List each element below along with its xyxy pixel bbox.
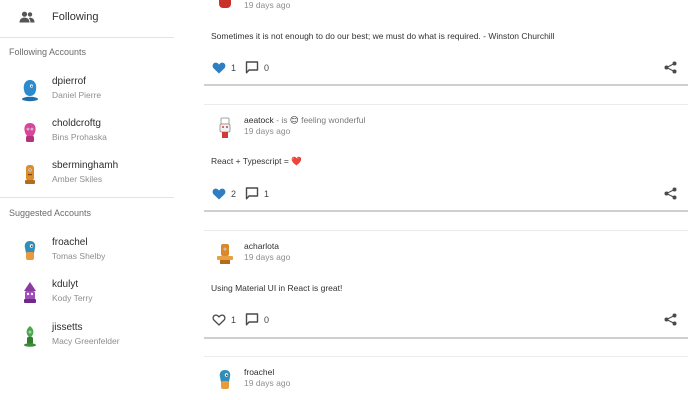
post-time: 19 days ago — [244, 378, 291, 388]
post-card: acharlota 19 days ago Using Material UI … — [204, 230, 688, 340]
status-prefix: - is — [273, 115, 290, 125]
avatar — [19, 239, 41, 263]
username: kdulyt — [52, 279, 79, 290]
smile-emoji-icon: 😊 — [289, 115, 299, 125]
post-author: aeatock - is 😊 feeling wonderful — [244, 115, 365, 126]
post-card: froachel 19 days ago — [204, 356, 688, 400]
post-divider — [204, 210, 688, 212]
following-account-dpierrof[interactable]: dpierrof Daniel Pierre — [0, 72, 174, 108]
comment-icon[interactable] — [245, 313, 259, 326]
sidebar: Following Following Accounts dpierrof Da… — [0, 0, 180, 400]
post-card: aeatock - is 😊 feeling wonderful 19 days… — [204, 104, 688, 213]
comment-icon[interactable] — [245, 61, 259, 74]
post-card: 19 days ago Sometimes it is not enough t… — [204, 0, 688, 86]
post-time: 19 days ago — [244, 126, 291, 136]
full-name: Daniel Pierre — [52, 90, 102, 100]
heart-emoji-icon: ❤️ — [291, 156, 302, 166]
feed: 19 days ago Sometimes it is not enough t… — [204, 0, 688, 400]
username: dpierrof — [52, 76, 86, 87]
post-author[interactable]: acharlota — [244, 241, 279, 251]
avatar — [19, 162, 41, 186]
avatar[interactable] — [214, 242, 236, 266]
post-top-edge — [204, 230, 688, 231]
comment-count: 1 — [264, 189, 270, 199]
following-nav-item[interactable]: Following — [0, 0, 174, 37]
following-accounts-header: Following Accounts — [9, 47, 87, 57]
like-count: 1 — [231, 63, 237, 73]
username: froachel — [52, 237, 88, 248]
comment-icon[interactable] — [245, 187, 259, 200]
full-name: Amber Skiles — [52, 174, 103, 184]
username: jissetts — [52, 322, 83, 333]
post-time: 19 days ago — [244, 252, 291, 262]
comment-count: 0 — [264, 63, 270, 73]
username: sberminghamh — [52, 160, 119, 171]
post-top-edge — [204, 356, 688, 357]
avatar — [214, 0, 236, 14]
post-divider — [204, 337, 688, 339]
post-body: Sometimes it is not enough to do our bes… — [211, 31, 555, 41]
post-body-text: React + Typescript = — [211, 156, 292, 166]
following-label: Following — [52, 11, 99, 23]
full-name: Kody Terry — [52, 293, 93, 303]
avatar[interactable] — [214, 368, 236, 392]
like-outline-icon[interactable] — [212, 314, 226, 326]
post-body: Using Material UI in React is great! — [211, 283, 343, 293]
comment-count: 0 — [264, 315, 270, 325]
username[interactable]: aeatock — [244, 115, 274, 125]
share-icon[interactable] — [664, 313, 677, 326]
post-author[interactable]: froachel — [244, 367, 274, 377]
avatar — [19, 281, 41, 305]
suggested-account-froachel[interactable]: froachel Tomas Shelby — [0, 233, 174, 269]
avatar — [19, 78, 41, 102]
avatar — [19, 120, 41, 144]
like-icon[interactable] — [212, 188, 226, 200]
suggested-account-jissetts[interactable]: jissetts Macy Greenfelder — [0, 318, 174, 354]
like-icon[interactable] — [212, 62, 226, 74]
share-icon[interactable] — [664, 187, 677, 200]
full-name: Bins Prohaska — [52, 132, 107, 142]
suggested-account-kdulyt[interactable]: kdulyt Kody Terry — [0, 275, 174, 311]
avatar[interactable] — [214, 116, 236, 140]
people-icon — [19, 11, 35, 23]
avatar — [19, 324, 41, 348]
share-icon[interactable] — [664, 61, 677, 74]
like-count: 1 — [231, 315, 237, 325]
suggested-accounts-header: Suggested Accounts — [9, 208, 92, 218]
like-count: 2 — [231, 189, 237, 199]
status-text: feeling wonderful — [298, 115, 366, 125]
following-account-choldcroftg[interactable]: choldcroftg Bins Prohaska — [0, 114, 174, 150]
full-name: Tomas Shelby — [52, 251, 106, 261]
following-account-sberminghamh[interactable]: sberminghamh Amber Skiles — [0, 156, 174, 192]
post-divider — [204, 84, 688, 86]
divider — [0, 37, 174, 38]
post-time: 19 days ago — [244, 0, 291, 10]
post-top-edge — [204, 104, 688, 105]
post-body: React + Typescript = ❤️ — [211, 156, 302, 167]
divider — [0, 197, 174, 198]
full-name: Macy Greenfelder — [52, 336, 120, 346]
username: choldcroftg — [52, 118, 101, 129]
